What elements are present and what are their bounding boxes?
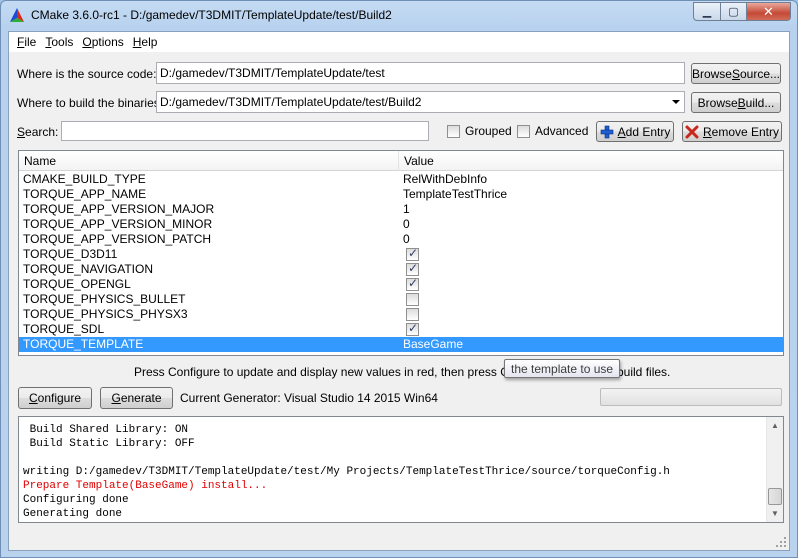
table-row[interactable]: TORQUE_PHYSICS_BULLET: [19, 292, 783, 307]
remove-entry-button[interactable]: Remove Entry: [682, 121, 782, 142]
log-line: Generating done: [23, 508, 123, 520]
entry-name: TORQUE_D3D11: [23, 247, 118, 261]
title-bar[interactable]: CMake 3.6.0-rc1 - D:/gamedev/T3DMIT/Temp…: [1, 1, 797, 31]
search-input[interactable]: [61, 121, 429, 141]
table-row[interactable]: TORQUE_OPENGL ✓: [19, 276, 783, 292]
entry-value[interactable]: 1: [403, 202, 410, 216]
output-log[interactable]: Build Shared Library: ON Build Static Li…: [18, 416, 784, 523]
entry-checkbox[interactable]: [406, 308, 419, 321]
entry-name: TORQUE_APP_NAME: [23, 187, 147, 201]
table-row-selected[interactable]: TORQUE_TEMPLATE BaseGame: [19, 337, 783, 352]
maximize-icon: ▢: [728, 6, 739, 18]
chevron-down-icon[interactable]: [672, 100, 680, 104]
entry-name: TORQUE_APP_VERSION_MAJOR: [23, 202, 215, 216]
menu-bar: File Tools Options Help: [9, 32, 789, 52]
minimize-button[interactable]: ▁: [693, 2, 720, 21]
source-path-field[interactable]: D:/gamedev/T3DMIT/TemplateUpdate/test: [156, 62, 685, 84]
entry-value-editor[interactable]: BaseGame: [403, 337, 464, 351]
browse-build-button[interactable]: Browse Build...: [691, 92, 781, 113]
build-path-combo[interactable]: D:/gamedev/T3DMIT/TemplateUpdate/test/Bu…: [156, 91, 685, 113]
menu-help[interactable]: Help: [129, 32, 163, 52]
configure-hint-tail: build files.: [617, 365, 671, 379]
generate-button[interactable]: Generate: [100, 387, 173, 409]
scroll-up-icon[interactable]: ▲: [767, 417, 783, 434]
entry-value[interactable]: TemplateTestThrice: [403, 187, 507, 201]
entry-checkbox[interactable]: ✓: [406, 261, 419, 276]
entry-name: TORQUE_PHYSICS_BULLET: [23, 292, 186, 306]
resize-grip-icon[interactable]: [775, 536, 787, 548]
entry-checkbox[interactable]: ✓: [406, 246, 419, 261]
close-icon: ✕: [763, 3, 774, 19]
cache-variables-table[interactable]: Name Value CMAKE_BUILD_TYPE RelWithDebIn…: [18, 150, 784, 356]
menu-tools[interactable]: Tools: [41, 32, 78, 52]
log-line: Build Static Library: OFF: [23, 438, 195, 450]
advanced-checkbox-box[interactable]: [517, 124, 530, 138]
entry-name: TORQUE_TEMPLATE: [23, 337, 144, 351]
advanced-checkbox[interactable]: Advanced: [517, 124, 588, 138]
entry-name: CMAKE_BUILD_TYPE: [23, 172, 146, 186]
scroll-thumb[interactable]: [768, 488, 782, 505]
entry-value[interactable]: RelWithDebInfo: [403, 172, 487, 186]
table-row[interactable]: TORQUE_NAVIGATION ✓: [19, 261, 783, 277]
entry-name: TORQUE_NAVIGATION: [23, 262, 154, 276]
log-line: Prepare Template(BaseGame) install...: [23, 480, 268, 492]
table-row[interactable]: TORQUE_D3D11 ✓: [19, 246, 783, 262]
table-row[interactable]: TORQUE_APP_VERSION_MINOR 0: [19, 217, 783, 232]
client-area: File Tools Options Help Where is the sou…: [8, 31, 790, 551]
output-scrollbar[interactable]: ▲ ▼: [766, 417, 783, 522]
scroll-down-icon[interactable]: ▼: [767, 505, 783, 522]
advanced-label: Advanced: [535, 124, 589, 138]
source-label: Where is the source code:: [17, 67, 157, 81]
entry-name: TORQUE_APP_VERSION_MINOR: [23, 217, 213, 231]
entry-checkbox[interactable]: [406, 293, 419, 306]
entry-checkbox[interactable]: ✓: [406, 321, 419, 336]
entry-name: TORQUE_OPENGL: [23, 277, 131, 291]
window-title: CMake 3.6.0-rc1 - D:/gamedev/T3DMIT/Temp…: [31, 8, 392, 22]
configure-button[interactable]: Configure: [18, 387, 92, 409]
maximize-button[interactable]: ▢: [720, 2, 746, 21]
entry-name: TORQUE_SDL: [23, 322, 105, 336]
minimize-icon: ▁: [702, 6, 712, 18]
cmake-logo-icon: [10, 8, 24, 22]
table-row[interactable]: TORQUE_APP_NAME TemplateTestThrice: [19, 187, 783, 202]
build-label: Where to build the binaries:: [17, 96, 164, 110]
current-generator-label: Current Generator: Visual Studio 14 2015…: [180, 391, 438, 405]
value-tooltip: the template to use: [504, 359, 621, 378]
log-line: Configuring done: [23, 494, 129, 506]
log-line: writing D:/gamedev/T3DMIT/TemplateUpdate…: [23, 466, 670, 478]
caption-buttons: ▁ ▢ ✕: [693, 2, 791, 21]
entry-name: TORQUE_APP_VERSION_PATCH: [23, 232, 212, 246]
main-window: CMake 3.6.0-rc1 - D:/gamedev/T3DMIT/Temp…: [0, 0, 798, 558]
entry-checkbox[interactable]: ✓: [406, 276, 419, 291]
entry-value[interactable]: 0: [403, 232, 410, 246]
column-header-name[interactable]: Name: [24, 154, 56, 168]
menu-options[interactable]: Options: [78, 32, 128, 52]
column-header-value[interactable]: Value: [404, 154, 434, 168]
source-path-value: D:/gamedev/T3DMIT/TemplateUpdate/test: [160, 66, 385, 80]
browse-source-button[interactable]: Browse Source...: [691, 63, 781, 84]
remove-x-icon: [685, 125, 699, 138]
table-row[interactable]: CMAKE_BUILD_TYPE RelWithDebInfo: [19, 172, 783, 187]
grouped-label: Grouped: [465, 124, 512, 138]
entry-value[interactable]: 0: [403, 217, 410, 231]
table-row[interactable]: TORQUE_APP_VERSION_MAJOR 1: [19, 202, 783, 217]
progress-bar: [600, 388, 782, 406]
configure-hint: Press Configure to update and display ne…: [134, 365, 541, 379]
grouped-checkbox[interactable]: Grouped: [447, 124, 512, 138]
search-label: Search:: [17, 125, 59, 139]
close-button[interactable]: ✕: [746, 2, 791, 21]
entry-name: TORQUE_PHYSICS_PHYSX3: [23, 307, 188, 321]
add-entry-button[interactable]: Add Entry: [596, 121, 674, 142]
plus-icon: [600, 125, 613, 138]
table-row[interactable]: TORQUE_APP_VERSION_PATCH 0: [19, 232, 783, 247]
grouped-checkbox-box[interactable]: [447, 124, 460, 138]
table-header: Name Value: [19, 151, 783, 171]
build-path-value: D:/gamedev/T3DMIT/TemplateUpdate/test/Bu…: [160, 95, 422, 109]
log-line: Build Shared Library: ON: [23, 424, 189, 436]
table-row[interactable]: TORQUE_SDL ✓: [19, 321, 783, 337]
table-row[interactable]: TORQUE_PHYSICS_PHYSX3: [19, 307, 783, 322]
menu-file[interactable]: File: [13, 32, 41, 52]
